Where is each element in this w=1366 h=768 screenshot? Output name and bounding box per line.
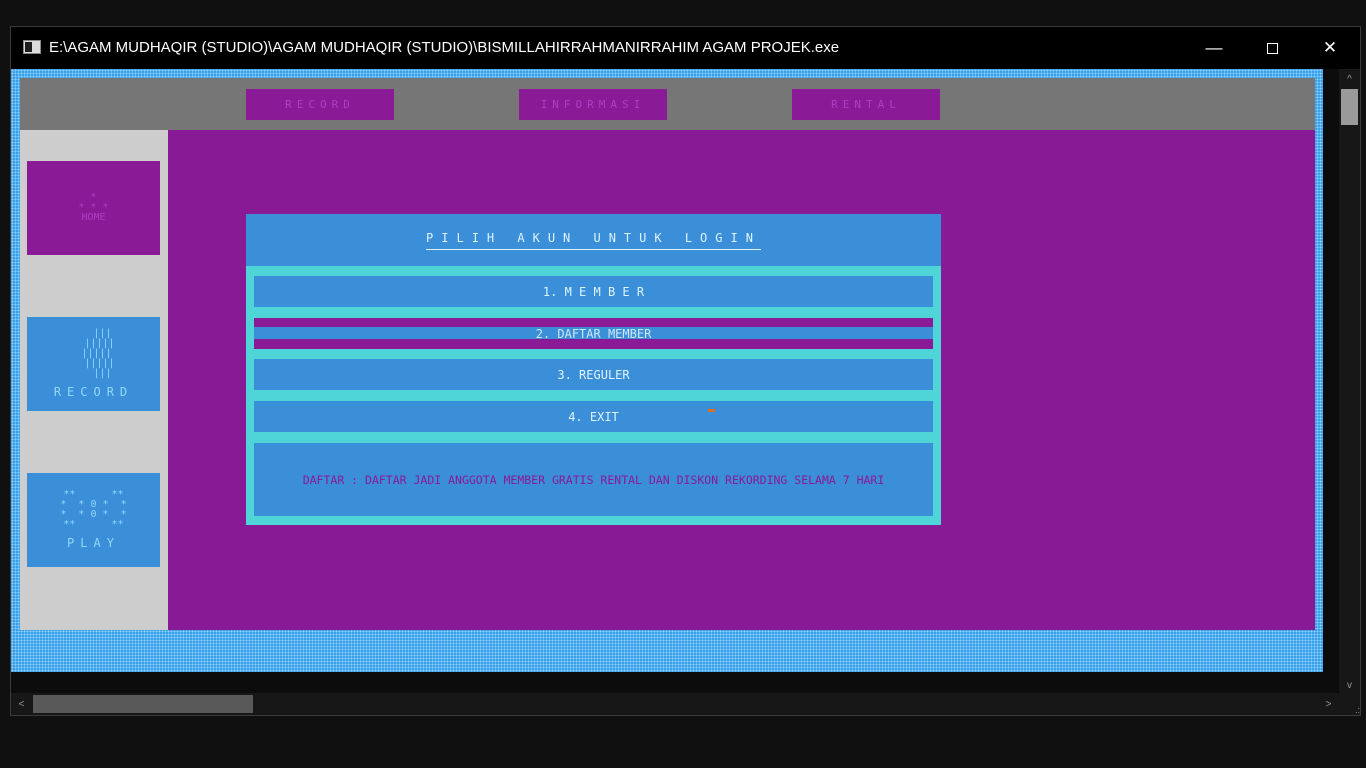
sidebar-tile-play[interactable]: ** ** * * 0 * * * * 0 * * ** ** PLAY [27, 473, 160, 567]
sidebar-tile-record[interactable]: ||| ||||| ||||| ||||| ||| RECORD [27, 317, 160, 411]
sidebar: * * * * HOME ||| ||||| ||||| ||||| ||| R… [20, 130, 168, 630]
nav-button-record[interactable]: RECORD [246, 89, 394, 120]
resize-grip-icon[interactable]: .: [1339, 693, 1360, 715]
scroll-down-icon[interactable]: v [1339, 675, 1360, 695]
minimize-button[interactable]: — [1185, 27, 1243, 69]
menu-item-member[interactable]: 1. M E M B E R [254, 276, 933, 307]
close-button[interactable]: ✕ [1301, 27, 1359, 69]
dialog-title: PILIH AKUN UNTUK LOGIN [426, 231, 761, 250]
console-app-icon [23, 40, 41, 54]
text-cursor [708, 409, 715, 412]
home-icon: * * * * HOME [78, 192, 109, 223]
equalizer-icon: ||| ||||| ||||| ||||| ||| [81, 328, 115, 379]
title-bar[interactable]: E:\AGAM MUDHAQIR (STUDIO)\AGAM MUDHAQIR … [11, 27, 1360, 69]
nav-button-rental[interactable]: RENTAL [792, 89, 940, 120]
play-icon: ** ** * * 0 * * * * 0 * * ** ** [60, 489, 127, 530]
menu-item-reguler[interactable]: 3. REGULER [254, 359, 933, 390]
vertical-scrollbar[interactable]: ^ v [1339, 69, 1360, 697]
vertical-scroll-thumb[interactable] [1341, 89, 1358, 125]
maximize-button[interactable] [1243, 27, 1301, 69]
sidebar-tile-home[interactable]: * * * * HOME [27, 161, 160, 255]
menu-item-daftar-member[interactable]: 2. DAFTAR MEMBER [254, 318, 933, 349]
minimize-icon: — [1205, 38, 1223, 57]
horizontal-scrollbar[interactable]: < > [11, 693, 1339, 715]
dialog-header: PILIH AKUN UNTUK LOGIN [246, 214, 941, 266]
scroll-left-icon[interactable]: < [11, 694, 32, 714]
app-frame: RECORD INFORMASI RENTAL * * * * HOME |||… [11, 69, 1323, 672]
info-box: DAFTAR : DAFTAR JADI ANGGOTA MEMBER GRAT… [254, 443, 933, 516]
horizontal-scroll-thumb[interactable] [33, 695, 253, 713]
console-window: E:\AGAM MUDHAQIR (STUDIO)\AGAM MUDHAQIR … [10, 26, 1361, 716]
console-area: RECORD INFORMASI RENTAL * * * * HOME |||… [11, 69, 1324, 673]
menu-item-exit[interactable]: 4. EXIT [254, 401, 933, 432]
login-dialog: PILIH AKUN UNTUK LOGIN 1. M E M B E R 2.… [246, 214, 941, 525]
top-nav-bar: RECORD INFORMASI RENTAL [20, 78, 1315, 130]
scroll-right-icon[interactable]: > [1318, 694, 1339, 714]
maximize-icon [1266, 42, 1278, 54]
sidebar-tile-label: RECORD [53, 385, 134, 399]
close-icon: ✕ [1322, 38, 1338, 57]
nav-button-informasi[interactable]: INFORMASI [519, 89, 667, 120]
window-title: E:\AGAM MUDHAQIR (STUDIO)\AGAM MUDHAQIR … [49, 39, 840, 56]
sidebar-tile-label: PLAY [67, 536, 120, 550]
scroll-up-icon[interactable]: ^ [1339, 69, 1360, 89]
